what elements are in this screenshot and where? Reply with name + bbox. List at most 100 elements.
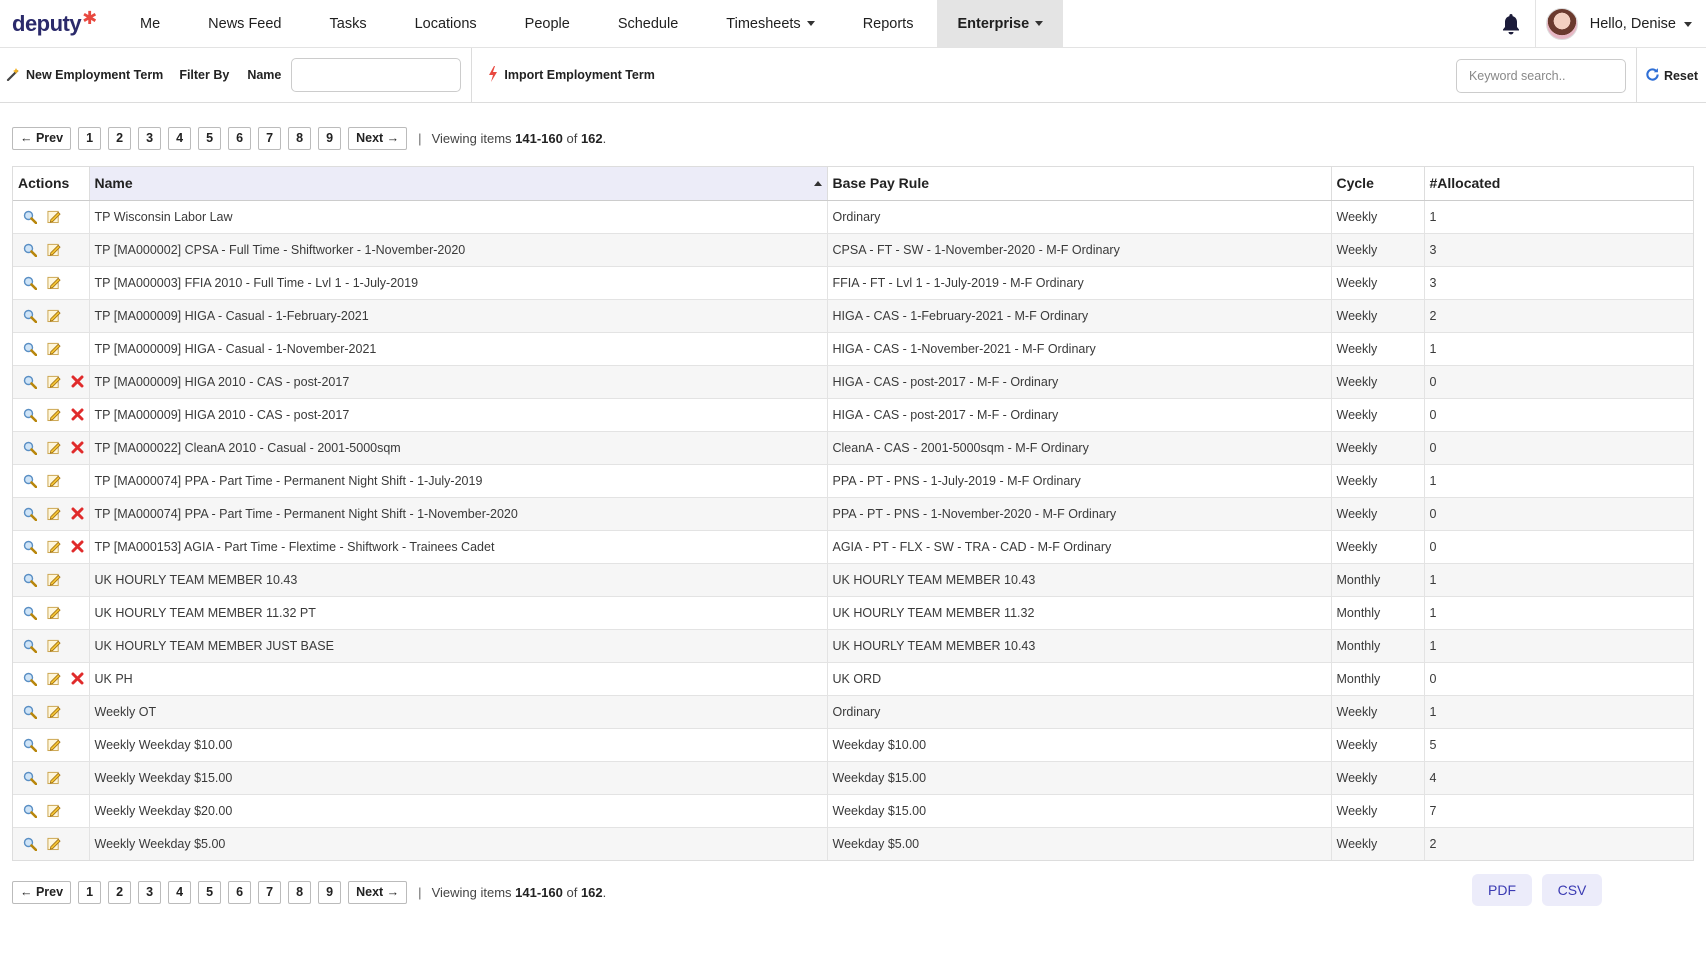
table-row[interactable]: TP Wisconsin Labor Law Ordinary Weekly 1	[13, 200, 1693, 234]
view-magnifier-icon[interactable]	[23, 342, 37, 356]
edit-pencil-icon[interactable]	[47, 672, 61, 686]
table-row[interactable]: UK HOURLY TEAM MEMBER 11.32 PT UK HOURLY …	[13, 596, 1693, 630]
page-button-9[interactable]: 9	[318, 126, 342, 150]
edit-pencil-icon[interactable]	[47, 507, 61, 521]
next-page-button[interactable]: Next →	[348, 126, 408, 150]
export-pdf-button[interactable]: PDF	[1472, 874, 1532, 906]
view-magnifier-icon[interactable]	[23, 573, 37, 587]
view-magnifier-icon[interactable]	[23, 309, 37, 323]
view-magnifier-icon[interactable]	[23, 276, 37, 290]
table-row[interactable]: Weekly Weekday $5.00 Weekday $5.00 Weekly 2	[13, 827, 1693, 860]
table-row[interactable]: TP [MA000074] PPA - Part Time - Permanen…	[13, 464, 1693, 498]
page-button-3[interactable]: 3	[138, 880, 162, 904]
page-button-7[interactable]: 7	[258, 126, 282, 150]
export-csv-button[interactable]: CSV	[1542, 874, 1602, 906]
edit-pencil-icon[interactable]	[47, 243, 61, 257]
view-magnifier-icon[interactable]	[23, 474, 37, 488]
nav-item-timesheets[interactable]: Timesheets	[702, 0, 838, 47]
page-button-2[interactable]: 2	[108, 126, 132, 150]
view-magnifier-icon[interactable]	[23, 408, 37, 422]
table-row[interactable]: UK HOURLY TEAM MEMBER 10.43 UK HOURLY TEA…	[13, 563, 1693, 597]
edit-pencil-icon[interactable]	[47, 804, 61, 818]
import-employment-term-button[interactable]: Import Employment Term	[482, 65, 660, 85]
next-page-button[interactable]: Next →	[348, 880, 408, 904]
delete-x-icon[interactable]	[71, 408, 84, 422]
edit-pencil-icon[interactable]	[47, 309, 61, 323]
view-magnifier-icon[interactable]	[23, 375, 37, 389]
page-button-5[interactable]: 5	[198, 126, 222, 150]
keyword-search-input[interactable]	[1455, 58, 1626, 93]
page-button-2[interactable]: 2	[108, 880, 132, 904]
prev-page-button[interactable]: ← Prev	[12, 126, 72, 150]
notifications-bell-icon[interactable]	[1488, 0, 1536, 48]
nav-item-me[interactable]: Me	[116, 0, 184, 47]
edit-pencil-icon[interactable]	[47, 210, 61, 224]
table-row[interactable]: TP [MA000002] CPSA - Full Time - Shiftwo…	[13, 233, 1693, 267]
edit-pencil-icon[interactable]	[47, 606, 61, 620]
view-magnifier-icon[interactable]	[23, 804, 37, 818]
nav-item-people[interactable]: People	[501, 0, 594, 47]
delete-x-icon[interactable]	[71, 672, 84, 686]
page-button-3[interactable]: 3	[138, 126, 162, 150]
page-button-1[interactable]: 1	[78, 126, 102, 150]
edit-pencil-icon[interactable]	[47, 276, 61, 290]
header-allocated[interactable]: #Allocated	[1424, 167, 1693, 201]
edit-pencil-icon[interactable]	[47, 738, 61, 752]
prev-page-button[interactable]: ← Prev	[12, 880, 72, 904]
nav-item-locations[interactable]: Locations	[391, 0, 501, 47]
delete-x-icon[interactable]	[71, 375, 84, 389]
table-row[interactable]: TP [MA000074] PPA - Part Time - Permanen…	[13, 497, 1693, 531]
table-row[interactable]: Weekly Weekday $20.00 Weekday $15.00 Weekl…	[13, 794, 1693, 828]
table-row[interactable]: Weekly OT Ordinary Weekly 1	[13, 695, 1693, 729]
page-button-5[interactable]: 5	[198, 880, 222, 904]
user-menu[interactable]: Hello, Denise	[1536, 8, 1706, 40]
table-row[interactable]: Weekly Weekday $10.00 Weekday $10.00 Weekl…	[13, 728, 1693, 762]
page-button-9[interactable]: 9	[318, 880, 342, 904]
table-row[interactable]: TP [MA000003] FFIA 2010 - Full Time - Lv…	[13, 266, 1693, 300]
edit-pencil-icon[interactable]	[47, 705, 61, 719]
page-button-6[interactable]: 6	[228, 126, 252, 150]
view-magnifier-icon[interactable]	[23, 771, 37, 785]
table-row[interactable]: TP [MA000009] HIGA - Casual - 1-November…	[13, 332, 1693, 366]
page-button-4[interactable]: 4	[168, 126, 192, 150]
view-magnifier-icon[interactable]	[23, 705, 37, 719]
view-magnifier-icon[interactable]	[23, 837, 37, 851]
deputy-logo[interactable]: deputy ✱	[0, 0, 116, 47]
view-magnifier-icon[interactable]	[23, 507, 37, 521]
delete-x-icon[interactable]	[71, 441, 84, 455]
view-magnifier-icon[interactable]	[23, 672, 37, 686]
edit-pencil-icon[interactable]	[47, 540, 61, 554]
edit-pencil-icon[interactable]	[47, 639, 61, 653]
nav-item-tasks[interactable]: Tasks	[306, 0, 391, 47]
edit-pencil-icon[interactable]	[47, 441, 61, 455]
header-cycle[interactable]: Cycle	[1331, 167, 1425, 201]
edit-pencil-icon[interactable]	[47, 474, 61, 488]
edit-pencil-icon[interactable]	[47, 342, 61, 356]
page-button-4[interactable]: 4	[168, 880, 192, 904]
nav-item-enterprise[interactable]: Enterprise	[937, 0, 1064, 47]
view-magnifier-icon[interactable]	[23, 243, 37, 257]
view-magnifier-icon[interactable]	[23, 540, 37, 554]
nav-item-schedule[interactable]: Schedule	[594, 0, 702, 47]
edit-pencil-icon[interactable]	[47, 573, 61, 587]
name-filter-input[interactable]	[291, 58, 462, 92]
table-row[interactable]: Weekly Weekday $15.00 Weekday $15.00 Weekl…	[13, 761, 1693, 795]
header-name[interactable]: Name	[89, 167, 828, 201]
table-row[interactable]: TP [MA000009] HIGA 2010 - CAS - post-201…	[13, 398, 1693, 432]
page-button-8[interactable]: 8	[288, 880, 312, 904]
nav-item-reports[interactable]: Reports	[839, 0, 938, 47]
edit-pencil-icon[interactable]	[47, 771, 61, 785]
reset-button[interactable]: Reset	[1635, 48, 1706, 103]
page-button-1[interactable]: 1	[78, 880, 102, 904]
page-button-7[interactable]: 7	[258, 880, 282, 904]
delete-x-icon[interactable]	[71, 540, 84, 554]
edit-pencil-icon[interactable]	[47, 408, 61, 422]
header-base-pay-rule[interactable]: Base Pay Rule	[827, 167, 1332, 201]
table-row[interactable]: TP [MA000022] CleanA 2010 - Casual - 200…	[13, 431, 1693, 465]
table-row[interactable]: UK HOURLY TEAM MEMBER JUST BASE UK HOURLY…	[13, 629, 1693, 663]
view-magnifier-icon[interactable]	[23, 639, 37, 653]
view-magnifier-icon[interactable]	[23, 210, 37, 224]
table-row[interactable]: TP [MA000009] HIGA 2010 - CAS - post-201…	[13, 365, 1693, 399]
view-magnifier-icon[interactable]	[23, 738, 37, 752]
table-row[interactable]: UK PH UK ORD Monthly 0	[13, 662, 1693, 696]
